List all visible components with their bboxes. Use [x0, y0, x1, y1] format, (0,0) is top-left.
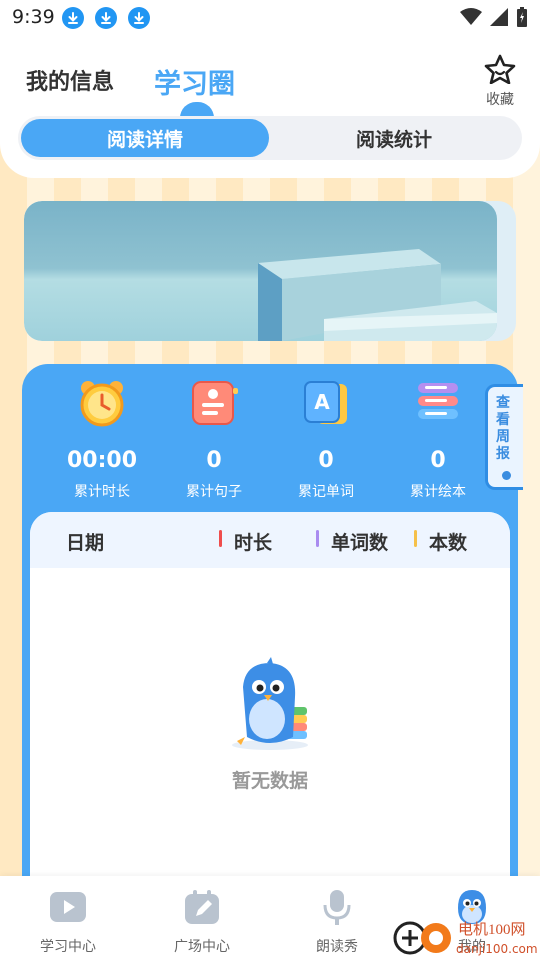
wifi-icon — [460, 8, 482, 25]
stats-panel: 00:00 累计时长 0 累计句子 A 0 累记单词 0 累计绘本 查看周报 日… — [22, 364, 523, 884]
tab-study-circle[interactable]: 学习圈 — [154, 62, 235, 101]
stat-value: 0 — [430, 448, 446, 473]
segmented-control: 阅读详情 阅读统计 — [18, 116, 522, 160]
stat-value: 0 — [206, 448, 222, 473]
star-icon — [484, 54, 516, 85]
signal-icon — [490, 8, 508, 26]
book-stack-icon — [418, 383, 458, 419]
favorite-label: 收藏 — [486, 92, 514, 108]
count-color-bar — [414, 530, 417, 547]
status-time: 9:39 — [12, 6, 55, 28]
nav-read-aloud-show[interactable]: 朗读秀 — [287, 888, 387, 956]
favorite-button[interactable]: 收藏 — [480, 54, 520, 109]
battery-icon — [517, 7, 527, 27]
microphone-icon — [323, 890, 351, 925]
column-duration: 时长 — [234, 532, 273, 554]
status-bar: 9:39 — [0, 0, 540, 36]
stairs-illustration — [258, 249, 497, 341]
table-header: 日期 时长 单词数 本数 — [30, 512, 510, 568]
stat-value: 00:00 — [66, 448, 138, 473]
banner[interactable] — [24, 201, 516, 341]
sentence-card-icon — [192, 381, 238, 425]
arrow-right-icon — [502, 471, 511, 480]
nav-label: 学习中心 — [40, 939, 96, 955]
stat-label: 累计时长 — [74, 484, 130, 500]
nav-label: 朗读秀 — [316, 939, 358, 955]
segment-reading-details[interactable]: 阅读详情 — [21, 119, 269, 157]
column-words: 单词数 — [331, 532, 389, 554]
watermark-text: 电机100网 — [458, 922, 526, 938]
watermark-logo-icon — [393, 921, 451, 955]
segment-reading-statistics[interactable]: 阅读统计 — [270, 119, 518, 157]
empty-state-text: 暂无数据 — [231, 770, 308, 792]
bird-mascot-icon — [232, 657, 308, 750]
download-icon — [128, 7, 150, 29]
watermark-url: danji100.com — [456, 942, 538, 956]
weekly-report-label: 查看周报 — [496, 395, 510, 462]
nav-label: 广场中心 — [174, 939, 230, 955]
tab-my-info[interactable]: 我的信息 — [26, 64, 114, 96]
nav-plaza-center[interactable]: 广场中心 — [152, 888, 252, 956]
duration-color-bar — [219, 530, 222, 547]
banner-image — [24, 201, 497, 341]
header-card: 我的信息 学习圈 收藏 阅读详情 阅读统计 — [0, 36, 540, 178]
word-card-icon: A — [304, 381, 347, 424]
watermark: 电机100网 danji100.com — [392, 918, 538, 958]
download-icon — [95, 7, 117, 29]
stat-value: 0 — [318, 448, 334, 473]
weekly-report-button[interactable]: 查看周报 — [485, 384, 523, 490]
pencil-calendar-icon — [185, 890, 219, 924]
stat-label: 累记单词 — [298, 484, 354, 500]
empty-state: 暂无数据 — [30, 657, 510, 793]
download-icon — [62, 7, 84, 29]
column-count: 本数 — [429, 532, 468, 554]
nav-study-center[interactable]: 学习中心 — [18, 888, 118, 956]
stat-label: 累计句子 — [186, 484, 242, 500]
stat-total-picture-books: 0 累计绘本 — [388, 378, 488, 501]
stat-total-duration: 00:00 累计时长 — [52, 378, 152, 501]
reading-table: 日期 时长 单词数 本数 暂无数据 — [30, 512, 510, 884]
stat-total-sentences: 0 累计句子 — [164, 378, 264, 501]
stat-total-words: A 0 累记单词 — [276, 378, 376, 501]
alarm-clock-icon — [80, 381, 124, 427]
words-color-bar — [316, 530, 319, 547]
svg-text:A: A — [314, 390, 330, 414]
stat-label: 累计绘本 — [410, 484, 466, 500]
column-date: 日期 — [66, 532, 105, 554]
play-icon — [50, 892, 86, 922]
